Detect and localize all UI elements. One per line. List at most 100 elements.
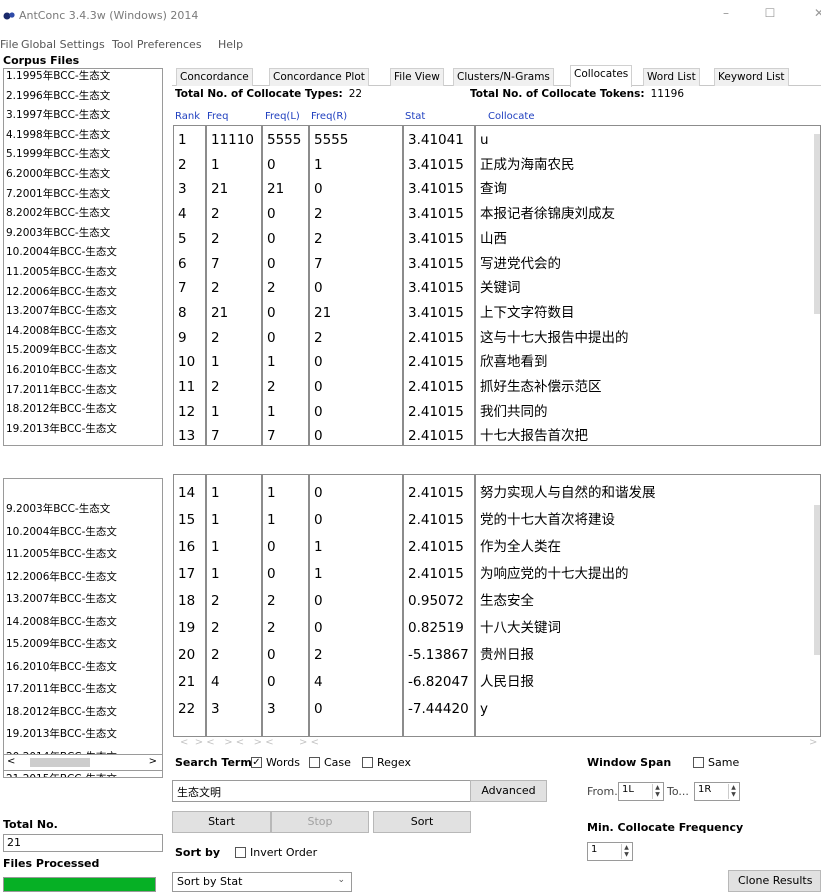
table-vertical-scrollbar[interactable] xyxy=(814,134,820,314)
corpus-file-item[interactable]: 12.2006年BCC-生态文 xyxy=(6,571,117,584)
freq-r-column[interactable]: 5555 1 0 2 2 7 0 21 2 0 0 0 0 xyxy=(309,125,403,446)
table-cell-freq: 2 xyxy=(211,379,220,395)
corpus-file-item[interactable]: 13.2007年BCC-生态文 xyxy=(6,593,117,606)
table-cell-freql: 2 xyxy=(267,593,276,609)
tool-tabs: Concordance Concordance Plot File View C… xyxy=(172,64,821,87)
table-vertical-scrollbar[interactable] xyxy=(814,505,820,655)
corpus-file-item[interactable]: 15.2009年BCC-生态文 xyxy=(6,638,117,651)
corpus-file-item[interactable]: 5.1999年BCC-生态文 xyxy=(6,148,110,161)
table-cell-freqr: 2 xyxy=(314,206,323,223)
corpus-file-item[interactable]: 16.2010年BCC-生态文 xyxy=(6,661,117,674)
table-cell-freq: 1 xyxy=(211,566,220,582)
corpus-file-item[interactable]: 16.2010年BCC-生态文 xyxy=(6,364,117,377)
freq-l-column[interactable]: 5555 0 21 0 0 0 2 0 0 1 2 1 7 xyxy=(262,125,309,446)
freq-l-column[interactable]: 1 1 0 0 2 2 0 0 3 xyxy=(262,474,309,737)
corpus-file-item[interactable]: 2.1996年BCC-生态文 xyxy=(6,90,110,103)
table-cell-freql: 21 xyxy=(267,181,285,198)
tab-clusters-ngrams[interactable]: Clusters/N-Grams xyxy=(453,68,554,86)
table-cell-rank: 14 xyxy=(178,485,196,501)
close-button[interactable]: ✕ xyxy=(812,6,821,20)
collocate-column[interactable]: u 正成为海南农民 查询 本报记者徐锦庚刘成友 山西 写进党代会的 关键词 上下文字符数目 这与… xyxy=(475,125,821,446)
table-cell-freqr: 0 xyxy=(314,280,323,297)
table-cell-stat: 3.41015 xyxy=(408,280,464,297)
table-cell-freqr: 0 xyxy=(314,428,323,445)
stat-column[interactable]: 3.41041 3.41015 3.41015 3.41015 3.41015 3.410… xyxy=(403,125,475,446)
corpus-file-item[interactable]: 20.2014年BCC-生态文 xyxy=(6,751,117,764)
freq-column[interactable]: 11110 1 21 2 2 7 2 21 2 1 2 1 7 xyxy=(206,125,262,446)
corpus-file-item[interactable]: 18.2012年BCC-生态文 xyxy=(6,706,117,719)
column-header-freq-r[interactable]: Freq(R) xyxy=(311,111,347,122)
table-cell-freql: 0 xyxy=(267,566,276,582)
minimize-button[interactable]: – xyxy=(719,6,733,20)
maximize-button[interactable]: ☐ xyxy=(763,6,777,20)
corpus-file-item[interactable]: 14.2008年BCC-生态文 xyxy=(6,325,117,338)
tab-concordance-plot[interactable]: Concordance Plot xyxy=(269,68,369,86)
table-cell-rank: 15 xyxy=(178,512,196,528)
corpus-file-item[interactable]: 18.2012年BCC-生态文 xyxy=(6,403,117,416)
corpus-file-item[interactable]: 14.2008年BCC-生态文 xyxy=(6,616,117,629)
table-cell-freql: 1 xyxy=(267,354,276,371)
table-cell-freqr: 1 xyxy=(314,539,323,555)
stat-column[interactable]: 2.41015 2.41015 2.41015 2.41015 0.95072 0.825… xyxy=(403,474,475,737)
corpus-file-list[interactable]: 9.2003年BCC-生态文 10.2004年BCC-生态文 11.2005年BCC… xyxy=(3,478,163,778)
column-header-freq[interactable]: Freq xyxy=(207,111,228,122)
table-cell-rank: 3 xyxy=(178,181,187,198)
corpus-file-item[interactable]: 12.2006年BCC-生态文 xyxy=(6,286,117,299)
tab-collocates[interactable]: Collocates xyxy=(570,65,633,87)
corpus-file-item[interactable]: 9.2003年BCC-生态文 xyxy=(6,227,110,240)
corpus-file-item[interactable]: 11.2005年BCC-生态文 xyxy=(6,266,117,279)
column-header-collocate[interactable]: Collocate xyxy=(488,111,534,122)
tab-keyword-list[interactable]: Keyword List xyxy=(714,68,789,86)
table-cell-rank: 16 xyxy=(178,539,196,555)
corpus-file-item[interactable]: 15.2009年BCC-生态文 xyxy=(6,344,117,357)
corpus-file-item[interactable]: 13.2007年BCC-生态文 xyxy=(6,305,117,318)
table-cell-freqr: 2 xyxy=(314,647,323,663)
corpus-file-item[interactable]: 1.1995年BCC-生态文 xyxy=(6,70,110,83)
rank-column[interactable]: 1 2 3 4 5 6 7 8 9 10 11 12 13 xyxy=(173,125,206,446)
column-header-stat[interactable]: Stat xyxy=(405,111,425,122)
table-cell-freq: 1 xyxy=(211,354,220,371)
freq-r-column[interactable]: 0 0 1 1 0 0 2 4 0 xyxy=(309,474,403,737)
corpus-file-item[interactable]: 3.1997年BCC-生态文 xyxy=(6,109,110,122)
corpus-file-list[interactable]: 1.1995年BCC-生态文 2.1996年BCC-生态文 3.1997年BCC-生… xyxy=(3,68,163,446)
corpus-file-item[interactable]: 9.2003年BCC-生态文 xyxy=(6,503,110,516)
table-cell-collocate: 党的十七大首次将建设 xyxy=(480,512,615,528)
corpus-file-item[interactable]: 10.2004年BCC-生态文 xyxy=(6,246,117,259)
table-cell-stat: 2.41015 xyxy=(408,329,464,346)
table-cell-collocate: 关键词 xyxy=(480,280,521,297)
rank-column[interactable]: 14 15 16 17 18 19 20 21 22 xyxy=(173,474,206,737)
freq-column[interactable]: 1 1 1 1 2 2 2 4 3 xyxy=(206,474,262,737)
table-cell-collocate: 本报记者徐锦庚刘成友 xyxy=(480,206,615,223)
collocate-column[interactable]: 努力实现人与自然的和谐发展 党的十七大首次将建设 作为全人类在 为响应党的十七大提出的… xyxy=(475,474,821,737)
table-cell-rank: 20 xyxy=(178,647,196,663)
corpus-file-item[interactable]: 6.2000年BCC-生态文 xyxy=(6,168,110,181)
corpus-file-item[interactable]: 11.2005年BCC-生态文 xyxy=(6,548,117,561)
table-cell-freq: 1 xyxy=(211,403,220,420)
corpus-file-item[interactable]: 17.2011年BCC-生态文 xyxy=(6,384,117,397)
tab-file-view[interactable]: File View xyxy=(390,68,444,86)
corpus-file-item[interactable]: 21.2015年BCC-生态文 xyxy=(6,773,117,777)
column-header-freq-l[interactable]: Freq(L) xyxy=(265,111,300,122)
table-cell-collocate: 山西 xyxy=(480,230,507,247)
table-cell-rank: 22 xyxy=(178,701,196,717)
menu-global-settings[interactable]: Global Settings xyxy=(21,38,105,51)
table-cell-freq: 2 xyxy=(211,329,220,346)
corpus-file-item[interactable]: 10.2004年BCC-生态文 xyxy=(6,526,117,539)
table-cell-freql: 7 xyxy=(267,428,276,445)
corpus-file-item[interactable]: 19.2013年BCC-生态文 xyxy=(6,728,117,741)
table-cell-freql: 1 xyxy=(267,512,276,528)
corpus-file-item[interactable]: 17.2011年BCC-生态文 xyxy=(6,683,117,696)
menu-tool-preferences[interactable]: Tool Preferences xyxy=(112,38,202,51)
tab-concordance[interactable]: Concordance xyxy=(176,68,253,86)
column-header-rank[interactable]: Rank xyxy=(175,111,200,122)
tab-word-list[interactable]: Word List xyxy=(643,68,700,86)
table-cell-freql: 0 xyxy=(267,674,276,690)
corpus-file-item[interactable]: 4.1998年BCC-生态文 xyxy=(6,129,110,142)
corpus-file-item[interactable]: 19.2013年BCC-生态文 xyxy=(6,423,117,436)
menu-help[interactable]: Help xyxy=(218,38,243,51)
table-cell-freq: 7 xyxy=(211,428,220,445)
corpus-file-item[interactable]: 8.2002年BCC-生态文 xyxy=(6,207,110,220)
corpus-file-item[interactable]: 7.2001年BCC-生态文 xyxy=(6,188,110,201)
menu-file[interactable]: File xyxy=(0,38,18,51)
table-cell-collocate: u xyxy=(480,132,489,148)
